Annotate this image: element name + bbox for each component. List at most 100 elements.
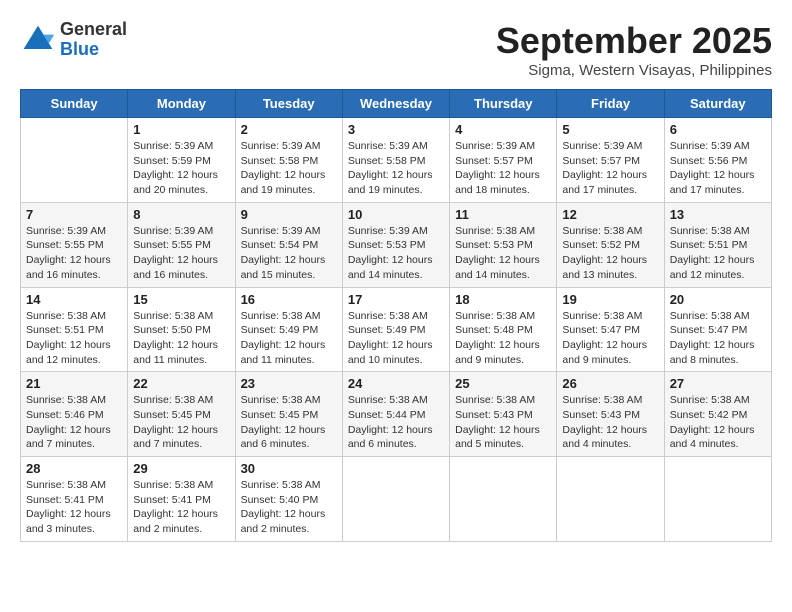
cell-info: Sunrise: 5:38 AM Sunset: 5:45 PM Dayligh… bbox=[241, 393, 337, 452]
calendar-cell: 23Sunrise: 5:38 AM Sunset: 5:45 PM Dayli… bbox=[235, 372, 342, 457]
cell-info: Sunrise: 5:38 AM Sunset: 5:47 PM Dayligh… bbox=[670, 309, 766, 368]
cell-info: Sunrise: 5:38 AM Sunset: 5:42 PM Dayligh… bbox=[670, 393, 766, 452]
date-number: 21 bbox=[26, 376, 122, 391]
weekday-header-thursday: Thursday bbox=[450, 90, 557, 118]
calendar-cell: 4 Sunrise: 5:39 AM Sunset: 5:57 PM Daylig… bbox=[450, 118, 557, 203]
cell-info: Sunrise: 5:39 AM Sunset: 5:57 PM Dayligh… bbox=[562, 139, 658, 198]
cell-info: Sunrise: 5:39 AM Sunset: 5:56 PM Dayligh… bbox=[670, 139, 766, 198]
cell-info: Sunrise: 5:38 AM Sunset: 5:51 PM Dayligh… bbox=[670, 224, 766, 283]
calendar-cell: 8Sunrise: 5:39 AM Sunset: 5:55 PM Daylig… bbox=[128, 202, 235, 287]
date-number: 9 bbox=[241, 207, 337, 222]
date-number: 30 bbox=[241, 461, 337, 476]
cell-info: Sunrise: 5:38 AM Sunset: 5:44 PM Dayligh… bbox=[348, 393, 444, 452]
calendar-cell: 1 Sunrise: 5:39 AM Sunset: 5:59 PM Daylig… bbox=[128, 118, 235, 203]
calendar-cell: 27 Sunrise: 5:38 AM Sunset: 5:42 PM Dayli… bbox=[664, 372, 771, 457]
date-number: 17 bbox=[348, 292, 444, 307]
calendar-cell: 30Sunrise: 5:38 AM Sunset: 5:40 PM Dayli… bbox=[235, 457, 342, 542]
title-section: September 2025 Sigma, Western Visayas, P… bbox=[496, 20, 772, 79]
cell-info: Sunrise: 5:38 AM Sunset: 5:41 PM Dayligh… bbox=[26, 478, 122, 537]
cell-info: Sunrise: 5:38 AM Sunset: 5:50 PM Dayligh… bbox=[133, 309, 229, 368]
date-number: 22 bbox=[133, 376, 229, 391]
date-number: 24 bbox=[348, 376, 444, 391]
date-number: 16 bbox=[241, 292, 337, 307]
calendar-cell: 10 Sunrise: 5:39 AM Sunset: 5:53 PM Dayli… bbox=[342, 202, 449, 287]
logo-blue-text: Blue bbox=[60, 40, 127, 60]
calendar-cell bbox=[21, 118, 128, 203]
calendar-cell: 26 Sunrise: 5:38 AM Sunset: 5:43 PM Dayli… bbox=[557, 372, 664, 457]
date-number: 12 bbox=[562, 207, 658, 222]
calendar-cell: 22 Sunrise: 5:38 AM Sunset: 5:45 PM Dayli… bbox=[128, 372, 235, 457]
cell-info: Sunrise: 5:39 AM Sunset: 5:58 PM Dayligh… bbox=[241, 139, 337, 198]
logo: General Blue bbox=[20, 20, 127, 60]
date-number: 1 bbox=[133, 122, 229, 137]
calendar-cell: 21 Sunrise: 5:38 AM Sunset: 5:46 PM Dayli… bbox=[21, 372, 128, 457]
calendar-cell: 5 Sunrise: 5:39 AM Sunset: 5:57 PM Daylig… bbox=[557, 118, 664, 203]
date-number: 7 bbox=[26, 207, 122, 222]
date-number: 13 bbox=[670, 207, 766, 222]
page-header: General Blue September 2025 Sigma, Weste… bbox=[20, 20, 772, 79]
weekday-header-friday: Friday bbox=[557, 90, 664, 118]
cell-info: Sunrise: 5:38 AM Sunset: 5:41 PM Dayligh… bbox=[133, 478, 229, 537]
date-number: 3 bbox=[348, 122, 444, 137]
cell-info: Sunrise: 5:39 AM Sunset: 5:58 PM Dayligh… bbox=[348, 139, 444, 198]
date-number: 25 bbox=[455, 376, 551, 391]
cell-info: Sunrise: 5:39 AM Sunset: 5:57 PM Dayligh… bbox=[455, 139, 551, 198]
date-number: 20 bbox=[670, 292, 766, 307]
weekday-header-saturday: Saturday bbox=[664, 90, 771, 118]
calendar-cell bbox=[664, 457, 771, 542]
weekday-header-wednesday: Wednesday bbox=[342, 90, 449, 118]
date-number: 18 bbox=[455, 292, 551, 307]
cell-info: Sunrise: 5:38 AM Sunset: 5:47 PM Dayligh… bbox=[562, 309, 658, 368]
cell-info: Sunrise: 5:39 AM Sunset: 5:55 PM Dayligh… bbox=[26, 224, 122, 283]
date-number: 5 bbox=[562, 122, 658, 137]
cell-info: Sunrise: 5:38 AM Sunset: 5:52 PM Dayligh… bbox=[562, 224, 658, 283]
calendar-cell: 6 Sunrise: 5:39 AM Sunset: 5:56 PM Daylig… bbox=[664, 118, 771, 203]
calendar-cell: 25 Sunrise: 5:38 AM Sunset: 5:43 PM Dayli… bbox=[450, 372, 557, 457]
calendar-title: September 2025 bbox=[496, 20, 772, 62]
date-number: 27 bbox=[670, 376, 766, 391]
calendar-cell bbox=[450, 457, 557, 542]
cell-info: Sunrise: 5:38 AM Sunset: 5:43 PM Dayligh… bbox=[562, 393, 658, 452]
cell-info: Sunrise: 5:38 AM Sunset: 5:49 PM Dayligh… bbox=[241, 309, 337, 368]
calendar-cell: 28 Sunrise: 5:38 AM Sunset: 5:41 PM Dayli… bbox=[21, 457, 128, 542]
cell-info: Sunrise: 5:39 AM Sunset: 5:59 PM Dayligh… bbox=[133, 139, 229, 198]
calendar-cell: 9 Sunrise: 5:39 AM Sunset: 5:54 PM Daylig… bbox=[235, 202, 342, 287]
calendar-cell: 18 Sunrise: 5:38 AM Sunset: 5:48 PM Dayli… bbox=[450, 287, 557, 372]
date-number: 2 bbox=[241, 122, 337, 137]
cell-info: Sunrise: 5:39 AM Sunset: 5:53 PM Dayligh… bbox=[348, 224, 444, 283]
cell-info: Sunrise: 5:38 AM Sunset: 5:45 PM Dayligh… bbox=[133, 393, 229, 452]
cell-info: Sunrise: 5:38 AM Sunset: 5:48 PM Dayligh… bbox=[455, 309, 551, 368]
calendar-cell: 12 Sunrise: 5:38 AM Sunset: 5:52 PM Dayli… bbox=[557, 202, 664, 287]
calendar-cell: 13 Sunrise: 5:38 AM Sunset: 5:51 PM Dayli… bbox=[664, 202, 771, 287]
calendar-cell bbox=[342, 457, 449, 542]
calendar-cell: 20 Sunrise: 5:38 AM Sunset: 5:47 PM Dayli… bbox=[664, 287, 771, 372]
logo-icon bbox=[20, 22, 56, 58]
weekday-header-tuesday: Tuesday bbox=[235, 90, 342, 118]
logo-general-text: General bbox=[60, 20, 127, 40]
date-number: 8 bbox=[133, 207, 229, 222]
weekday-header-sunday: Sunday bbox=[21, 90, 128, 118]
calendar-cell bbox=[557, 457, 664, 542]
calendar-cell: 19Sunrise: 5:38 AM Sunset: 5:47 PM Dayli… bbox=[557, 287, 664, 372]
cell-info: Sunrise: 5:39 AM Sunset: 5:54 PM Dayligh… bbox=[241, 224, 337, 283]
date-number: 15 bbox=[133, 292, 229, 307]
calendar-subtitle: Sigma, Western Visayas, Philippines bbox=[496, 62, 772, 79]
calendar-cell: 17 Sunrise: 5:38 AM Sunset: 5:49 PM Dayli… bbox=[342, 287, 449, 372]
cell-info: Sunrise: 5:38 AM Sunset: 5:46 PM Dayligh… bbox=[26, 393, 122, 452]
cell-info: Sunrise: 5:38 AM Sunset: 5:49 PM Dayligh… bbox=[348, 309, 444, 368]
date-number: 6 bbox=[670, 122, 766, 137]
cell-info: Sunrise: 5:38 AM Sunset: 5:53 PM Dayligh… bbox=[455, 224, 551, 283]
calendar-cell: 16 Sunrise: 5:38 AM Sunset: 5:49 PM Dayli… bbox=[235, 287, 342, 372]
calendar-cell: 15 Sunrise: 5:38 AM Sunset: 5:50 PM Dayli… bbox=[128, 287, 235, 372]
date-number: 29 bbox=[133, 461, 229, 476]
date-number: 10 bbox=[348, 207, 444, 222]
cell-info: Sunrise: 5:38 AM Sunset: 5:43 PM Dayligh… bbox=[455, 393, 551, 452]
cell-info: Sunrise: 5:38 AM Sunset: 5:51 PM Dayligh… bbox=[26, 309, 122, 368]
calendar-cell: 3 Sunrise: 5:39 AM Sunset: 5:58 PM Daylig… bbox=[342, 118, 449, 203]
calendar-cell: 24 Sunrise: 5:38 AM Sunset: 5:44 PM Dayli… bbox=[342, 372, 449, 457]
calendar-cell: 7 Sunrise: 5:39 AM Sunset: 5:55 PM Daylig… bbox=[21, 202, 128, 287]
date-number: 28 bbox=[26, 461, 122, 476]
calendar-cell: 11Sunrise: 5:38 AM Sunset: 5:53 PM Dayli… bbox=[450, 202, 557, 287]
date-number: 4 bbox=[455, 122, 551, 137]
date-number: 26 bbox=[562, 376, 658, 391]
